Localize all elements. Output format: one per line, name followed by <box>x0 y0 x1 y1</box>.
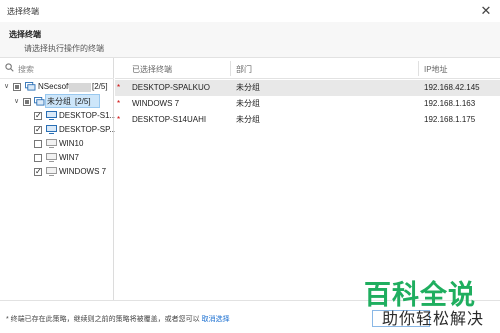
table-row[interactable]: * DESKTOP-SPALKUO 未分组 192.168.42.145 <box>115 80 500 96</box>
root-checkbox[interactable] <box>13 83 21 91</box>
cancel-selection-link[interactable]: 取消选择 <box>202 316 230 323</box>
item-checkbox[interactable] <box>34 140 42 148</box>
tree-item[interactable]: DESKTOP-SP... <box>0 123 117 137</box>
tree-item[interactable]: WINDOWS 7 <box>0 165 114 179</box>
item-checkbox[interactable] <box>34 109 42 123</box>
tree-node-group[interactable]: ∨ 未分组 [2/5] <box>0 95 114 109</box>
terminal-tree-panel: 搜索 ∨ NSecsoft [2/5] ∨ 未分组 [2/5] DESKTOP-… <box>0 58 117 300</box>
dialog-heading: 选择终端 <box>9 30 41 39</box>
item-checkbox[interactable] <box>34 123 42 137</box>
monitor-offline-icon <box>46 139 57 148</box>
search-icon <box>5 63 14 72</box>
cell-dept: 未分组 <box>236 115 260 124</box>
dialog-subheading: 请选择执行操作的终端 <box>24 44 104 53</box>
title-bar: 选择终端 ✕ <box>0 0 500 22</box>
item-label: DESKTOP-SP... <box>59 125 117 134</box>
column-header-ip[interactable]: IP地址 <box>424 64 448 75</box>
cell-ip: 192.168.1.175 <box>424 115 476 124</box>
cell-terminal: DESKTOP-SPALKUO <box>132 83 210 92</box>
monitor-icon <box>46 111 57 120</box>
monitor-offline-icon <box>46 153 57 162</box>
tree-item[interactable]: WIN10 <box>0 137 114 151</box>
root-name: NSecsoft <box>38 82 71 91</box>
item-label: WINDOWS 7 <box>59 167 107 176</box>
selected-terminals-table: 已选择终端 部门 IP地址 * DESKTOP-SPALKUO 未分组 192.… <box>115 58 500 300</box>
tree-item[interactable]: DESKTOP-S1... <box>0 109 117 123</box>
cell-ip: 192.168.42.145 <box>424 83 480 92</box>
root-count: [2/5] <box>92 82 108 91</box>
group-name: 未分组 <box>47 97 71 106</box>
window-title: 选择终端 <box>7 7 39 16</box>
column-header-terminal[interactable]: 已选择终端 <box>132 64 172 75</box>
close-icon[interactable]: ✕ <box>478 3 494 19</box>
item-checkbox[interactable] <box>34 165 42 179</box>
column-divider[interactable] <box>418 61 419 76</box>
conflict-marker: * <box>117 83 121 92</box>
network-icon <box>25 82 36 91</box>
footer-note-text: * 终端已存在此策略，继续则之前的策略将被覆盖，或者您可以 <box>6 316 200 323</box>
watermark-logo: 百科全说 助你轻松解决 <box>356 273 486 328</box>
watermark-slogan: 助你轻松解决 <box>381 309 484 328</box>
chevron-down-icon[interactable]: ∨ <box>4 80 12 94</box>
group-count: [2/5] <box>75 97 91 106</box>
tree-item[interactable]: WIN7 <box>0 151 114 165</box>
footer-note: * 终端已存在此策略，继续则之前的策略将被覆盖，或者您可以 取消选择 <box>6 314 230 324</box>
cell-dept: 未分组 <box>236 99 260 108</box>
conflict-marker: * <box>117 99 121 108</box>
monitor-offline-icon <box>46 167 57 176</box>
item-checkbox[interactable] <box>34 154 42 162</box>
table-row[interactable]: * WINDOWS 7 未分组 192.168.1.163 <box>115 96 500 112</box>
monitor-icon <box>46 125 57 134</box>
redacted-block <box>69 83 91 92</box>
cell-dept: 未分组 <box>236 83 260 92</box>
cell-terminal: WINDOWS 7 <box>132 99 180 108</box>
group-checkbox[interactable] <box>23 98 31 106</box>
conflict-marker: * <box>117 115 121 124</box>
item-label: DESKTOP-S1... <box>59 111 117 120</box>
group-icon <box>34 97 45 106</box>
table-row[interactable]: * DESKTOP-S14UAHI 未分组 192.168.1.175 <box>115 112 500 128</box>
search-box[interactable]: 搜索 <box>0 58 114 79</box>
cell-terminal: DESKTOP-S14UAHI <box>132 115 207 124</box>
column-divider[interactable] <box>230 61 231 76</box>
item-label: WIN10 <box>59 139 84 148</box>
search-input[interactable]: 搜索 <box>18 64 34 75</box>
chevron-down-icon[interactable]: ∨ <box>14 95 22 109</box>
cell-ip: 192.168.1.163 <box>424 99 476 108</box>
column-header-dept[interactable]: 部门 <box>236 64 252 75</box>
tree-node-root[interactable]: ∨ NSecsoft [2/5] <box>0 80 114 94</box>
table-header: 已选择终端 部门 IP地址 <box>115 58 500 79</box>
dialog-header: 选择终端 请选择执行操作的终端 <box>0 22 500 58</box>
item-label: WIN7 <box>59 153 79 162</box>
